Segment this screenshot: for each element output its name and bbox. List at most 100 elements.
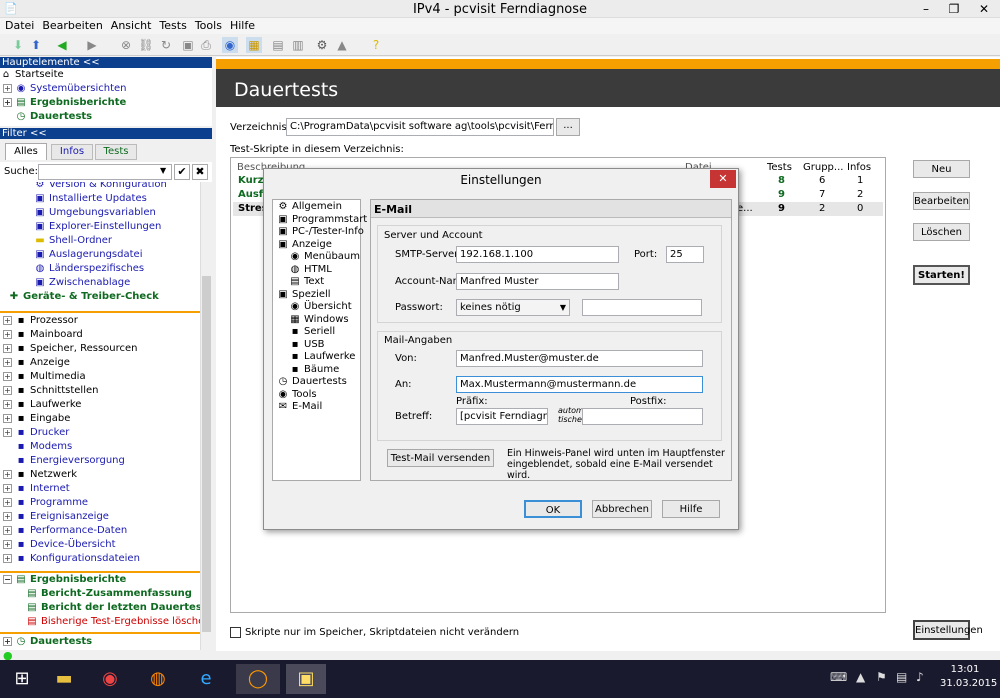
expand-icon[interactable]: + <box>3 483 12 493</box>
menu-tools[interactable]: Tools <box>192 18 225 33</box>
skripte-checkbox[interactable] <box>230 627 241 638</box>
settings-tree-item[interactable]: ◉ Menübaum <box>273 251 360 264</box>
tree-sub-item[interactable]: ▣ Auslagerungsdatei <box>0 248 200 262</box>
filter-header[interactable]: Filter << <box>0 128 212 139</box>
pcvisit-icon[interactable]: ◯ <box>236 664 280 694</box>
menu-hilfe[interactable]: Hilfe <box>227 18 258 33</box>
menu-tests[interactable]: Tests <box>156 18 189 33</box>
expand-icon[interactable]: + <box>3 83 12 93</box>
tree-dauertests-filter[interactable]: + ◷ Dauertests <box>0 635 200 649</box>
category-item[interactable]: +▪Modems <box>0 440 200 454</box>
category-item[interactable]: + ▪ Konfigurationsdateien <box>0 552 200 566</box>
print-icon[interactable]: ⎙ <box>198 37 214 53</box>
an-input[interactable]: Max.Mustermann@mustermann.de <box>456 376 703 393</box>
expand-icon[interactable]: + <box>3 511 12 521</box>
category-item[interactable]: + ▪ Drucker <box>0 426 200 440</box>
link-icon[interactable]: ⛓ <box>138 37 154 53</box>
category-item[interactable]: + ▪ Multimedia <box>0 370 200 384</box>
expand-icon[interactable]: + <box>3 497 12 507</box>
password-input[interactable] <box>582 299 702 316</box>
tree-sub-item[interactable]: ▣ Explorer-Einstellungen <box>0 220 200 234</box>
settings-tree-item[interactable]: ▪ Laufwerke <box>273 351 360 364</box>
view-icon[interactable]: ◉ <box>222 37 238 53</box>
tree-geraete[interactable]: ✚ Geräte- & Treiber-Check <box>0 290 200 304</box>
chevron-down-icon[interactable]: ▼ <box>160 166 166 175</box>
expand-icon[interactable]: + <box>3 315 12 325</box>
save-icon[interactable]: ▣ <box>180 37 196 53</box>
ferndiagnose-icon[interactable]: ▣ <box>286 664 326 694</box>
settings-icon[interactable]: ⚙ <box>314 37 330 53</box>
category-item[interactable]: + ▪ Performance-Daten <box>0 524 200 538</box>
expand-icon[interactable]: + <box>3 427 12 437</box>
hilfe-button[interactable]: Hilfe <box>662 500 720 518</box>
settings-tree-item[interactable]: ▣ Anzeige <box>273 239 360 252</box>
tree-bericht-item[interactable]: ▤ Bericht der letzten Dauertests <box>0 601 200 615</box>
expand-icon[interactable]: + <box>3 343 12 353</box>
tree-sub-item[interactable]: ▣ Installierte Updates <box>0 192 200 206</box>
expand-icon[interactable]: + <box>3 399 12 409</box>
network-icon[interactable]: ▤ <box>896 670 907 684</box>
category-item[interactable]: + ▪ Programme <box>0 496 200 510</box>
collapse-icon[interactable]: − <box>3 574 12 584</box>
tree-sub-item[interactable]: ⚙ Version & Konfiguration <box>0 182 200 192</box>
dialog-close-icon[interactable]: ✕ <box>710 170 736 188</box>
category-item[interactable]: + ▪ Netzwerk <box>0 468 200 482</box>
neu-button[interactable]: Neu <box>913 160 970 178</box>
category-item[interactable]: + ▪ Speicher, Ressourcen <box>0 342 200 356</box>
checkmark-icon[interactable]: ✔ <box>174 164 190 180</box>
minimize-icon[interactable]: – <box>912 0 940 18</box>
settings-tree-item[interactable]: ◍ HTML <box>273 264 360 277</box>
chrome-icon[interactable]: ◉ <box>94 664 126 694</box>
settings-tree-item[interactable]: ▣ Programmstart <box>273 214 367 227</box>
tree-dauertests[interactable]: ◷ Dauertests <box>0 110 212 124</box>
tab-alles[interactable]: Alles <box>5 143 47 160</box>
abbrechen-button[interactable]: Abbrechen <box>592 500 652 518</box>
ie-icon[interactable]: e <box>190 664 222 694</box>
smtp-input[interactable]: 192.168.1.100 <box>456 246 619 263</box>
col-gruppen[interactable]: Grupp... <box>803 162 843 173</box>
tree-sub-item[interactable]: ◍ Länderspezifisches <box>0 262 200 276</box>
testmail-button[interactable]: Test-Mail versenden <box>387 449 494 467</box>
category-item[interactable]: + ▪ Schnittstellen <box>0 384 200 398</box>
category-item[interactable]: + ▪ Ereignisanzeige <box>0 510 200 524</box>
ok-button[interactable]: OK <box>524 500 582 518</box>
settings-tree-item[interactable]: ✉ E-Mail <box>273 401 360 414</box>
flag-icon[interactable]: ⚑ <box>876 670 887 684</box>
expand-icon[interactable]: + <box>3 539 12 549</box>
hauptelemente-header[interactable]: Hauptelemente << <box>0 57 212 68</box>
settings-tree-item[interactable]: ▣ PC-/Tester-Info <box>273 226 364 239</box>
bearbeiten-button[interactable]: Bearbeiten <box>913 192 970 210</box>
tree-bericht-item[interactable]: ▤ Bericht-Zusammenfassung <box>0 587 200 601</box>
settings-tree-item[interactable]: ◉ Übersicht <box>273 301 360 314</box>
close-icon[interactable]: ✕ <box>968 0 1000 18</box>
settings-tree-item[interactable]: ▪ Seriell <box>273 326 360 339</box>
postfix-input[interactable] <box>582 408 703 425</box>
settings-tree-item[interactable]: ▪ Bäume <box>273 364 360 377</box>
expand-icon[interactable]: + <box>3 357 12 367</box>
einstellungen-button[interactable]: Einstellungen <box>913 620 983 640</box>
category-item[interactable]: + ▪ Internet <box>0 482 200 496</box>
tree-ergebnisberichte[interactable]: + ▤ Ergebnisberichte <box>0 96 212 110</box>
col-infos[interactable]: Infos <box>847 162 871 173</box>
tab-tests[interactable]: Tests <box>95 144 137 160</box>
refresh-icon[interactable]: ↻ <box>158 37 174 53</box>
category-item[interactable]: + ▪ Anzeige <box>0 356 200 370</box>
explorer-icon[interactable]: ▬ <box>48 664 80 694</box>
tree-bericht-item[interactable]: ▤Bisherige Test-Ergebnisse löschen... <box>0 615 200 629</box>
settings-tree-item[interactable]: ⚙ Allgemein <box>273 201 360 214</box>
stop-icon[interactable]: ⊗ <box>118 37 134 53</box>
settings-tree-item[interactable]: ◉ Tools <box>273 389 360 402</box>
tree-systemuebersichten[interactable]: + ◉ Systemübersichten <box>0 82 212 96</box>
starten-button[interactable]: Starten! <box>913 265 970 285</box>
category-item[interactable]: + ▪ Device-Übersicht <box>0 538 200 552</box>
tree-sub-item[interactable]: ▬ Shell-Ordner <box>0 234 200 248</box>
help-icon[interactable]: ? <box>368 37 384 53</box>
search-input[interactable] <box>38 164 172 180</box>
filter-icon[interactable]: ▲ <box>334 37 350 53</box>
tab-infos[interactable]: Infos <box>51 144 93 160</box>
expand-icon[interactable]: + <box>3 329 12 339</box>
category-item[interactable]: + ▪ Eingabe <box>0 412 200 426</box>
firefox-icon[interactable]: ◍ <box>142 664 174 694</box>
category-item[interactable]: + ▪ Mainboard <box>0 328 200 342</box>
menu-bearbeiten[interactable]: Bearbeiten <box>39 18 105 33</box>
